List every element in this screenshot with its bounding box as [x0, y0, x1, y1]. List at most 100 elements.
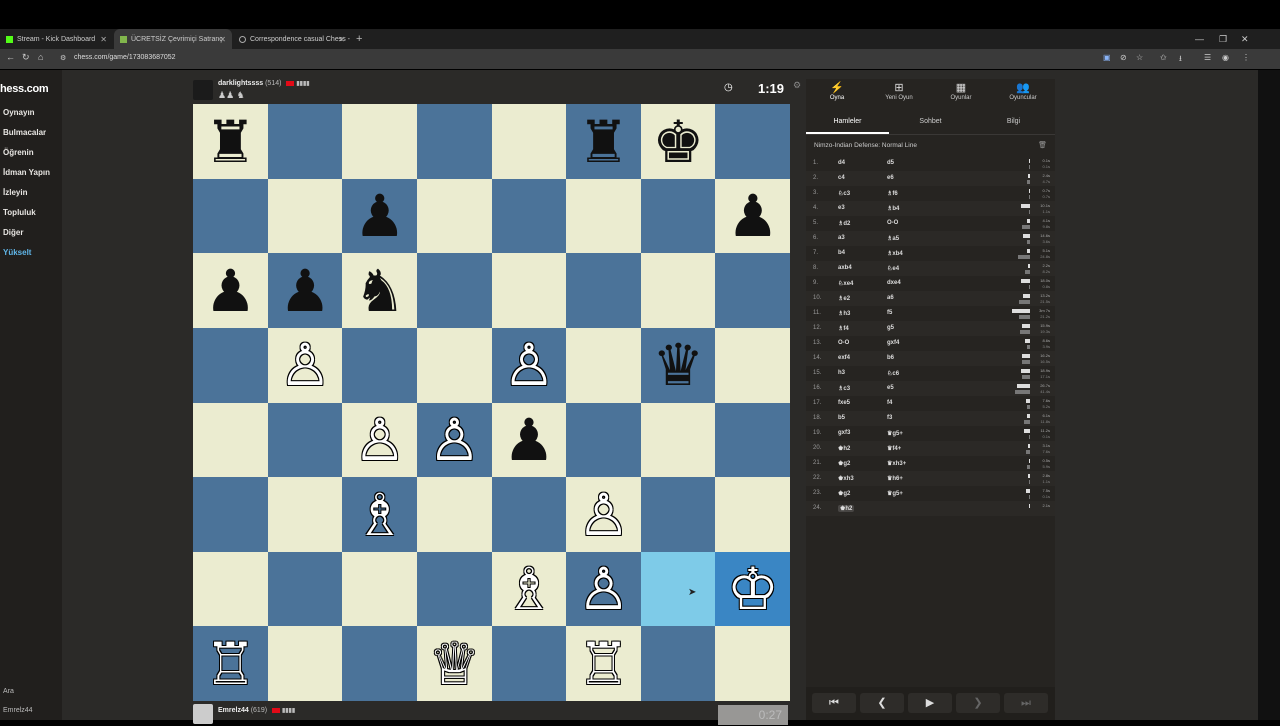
- board-square[interactable]: [416, 327, 492, 403]
- board-square[interactable]: ♟: [193, 253, 268, 329]
- board-square[interactable]: [566, 402, 642, 478]
- board-square[interactable]: [715, 253, 791, 329]
- sidebar-user[interactable]: Emrelz44: [3, 707, 33, 714]
- board-square[interactable]: ♙: [566, 477, 642, 553]
- chess-piece[interactable]: ♔: [727, 560, 779, 618]
- board-square[interactable]: [342, 104, 418, 179]
- chess-piece[interactable]: ♖: [578, 635, 630, 693]
- black-move[interactable]: O-O: [887, 220, 898, 226]
- board-square[interactable]: [491, 477, 567, 553]
- chess-piece[interactable]: ♛: [652, 336, 704, 394]
- black-move[interactable]: ♗b4: [887, 205, 899, 212]
- black-move[interactable]: ♛g5+: [887, 430, 903, 437]
- white-move[interactable]: ♚h2: [838, 505, 855, 512]
- window-close-icon[interactable]: ✕: [1241, 29, 1249, 49]
- board-square[interactable]: ♗: [342, 477, 418, 553]
- black-move[interactable]: f3: [887, 415, 892, 421]
- avatar[interactable]: [193, 704, 213, 724]
- board-square[interactable]: [715, 626, 791, 702]
- sidebar-item-watch[interactable]: İzleyin: [3, 188, 27, 197]
- browser-tab-correspondence[interactable]: Correspondence casual Chess - ✕: [233, 29, 351, 49]
- chess-piece[interactable]: ♙: [354, 411, 406, 469]
- board-square[interactable]: [416, 253, 492, 329]
- black-move[interactable]: d5: [887, 160, 894, 166]
- black-move[interactable]: e6: [887, 175, 894, 181]
- board-square[interactable]: [416, 551, 492, 627]
- board-square[interactable]: [193, 477, 268, 553]
- chess-piece[interactable]: ♞: [354, 262, 406, 320]
- white-move[interactable]: c4: [838, 175, 845, 181]
- chess-piece[interactable]: ♙: [279, 336, 331, 394]
- sidebar-item-puzzles[interactable]: Bulmacalar: [3, 128, 46, 137]
- white-move[interactable]: O-O: [838, 340, 849, 346]
- white-move[interactable]: exf4: [838, 355, 850, 361]
- tab-play[interactable]: ⚡ Oyna: [806, 81, 868, 101]
- close-icon[interactable]: ✕: [338, 35, 345, 44]
- board-square[interactable]: ♟: [715, 178, 791, 254]
- board-square[interactable]: [640, 477, 716, 553]
- bookmark-icon[interactable]: ☆: [1136, 53, 1143, 62]
- minimize-icon[interactable]: —: [1195, 29, 1204, 49]
- board-square[interactable]: [715, 327, 791, 403]
- sidebar-item-more[interactable]: Diğer: [3, 228, 23, 237]
- board-square[interactable]: ♚: [640, 104, 716, 179]
- black-move[interactable]: a6: [887, 295, 894, 301]
- black-move[interactable]: ♛f4+: [887, 445, 901, 452]
- sidebar-item-learn[interactable]: Öğrenin: [3, 148, 34, 157]
- black-move[interactable]: b6: [887, 355, 894, 361]
- black-move[interactable]: ♛g5+: [887, 490, 903, 497]
- chess-piece[interactable]: ♟: [354, 187, 406, 245]
- white-move[interactable]: e3: [838, 205, 845, 211]
- chess-piece[interactable]: ♚: [652, 113, 704, 171]
- board-square[interactable]: [491, 104, 567, 179]
- board-square[interactable]: [342, 626, 418, 702]
- tab-players[interactable]: 👥 Oyuncular: [992, 81, 1054, 101]
- board-square[interactable]: [267, 402, 343, 478]
- board-square[interactable]: ♙: [342, 402, 418, 478]
- board-square[interactable]: ♙: [267, 327, 343, 403]
- browser-tab-kick[interactable]: Stream - Kick Dashboard ✕: [0, 29, 113, 49]
- board-square[interactable]: [566, 327, 642, 403]
- black-move[interactable]: f4: [887, 400, 892, 406]
- board-square[interactable]: ♟: [267, 253, 343, 329]
- last-move-button[interactable]: ⏭: [1004, 693, 1048, 713]
- white-move[interactable]: h3: [838, 370, 845, 376]
- white-move[interactable]: gxf3: [838, 430, 850, 436]
- board-square[interactable]: ♕: [416, 626, 492, 702]
- board-square[interactable]: [342, 551, 418, 627]
- white-move[interactable]: ♗c3: [838, 385, 850, 392]
- translate-icon[interactable]: ▣: [1103, 53, 1111, 62]
- chess-piece[interactable]: ♟: [503, 411, 555, 469]
- board-square[interactable]: [640, 253, 716, 329]
- board-square[interactable]: [267, 104, 343, 179]
- board-square[interactable]: ♙: [566, 551, 642, 627]
- board-square[interactable]: [416, 477, 492, 553]
- logo[interactable]: hess.com: [0, 83, 49, 95]
- board-square[interactable]: [566, 178, 642, 254]
- black-move[interactable]: ♘c6: [887, 370, 899, 377]
- board-square[interactable]: [566, 253, 642, 329]
- board-square[interactable]: [640, 402, 716, 478]
- board-square[interactable]: ♙: [416, 402, 492, 478]
- white-move[interactable]: ♗e2: [838, 295, 850, 302]
- chess-piece[interactable]: ♙: [428, 411, 480, 469]
- tab-moves[interactable]: Hamleler: [806, 118, 889, 125]
- sidebar-item-play[interactable]: Oynayın: [3, 108, 35, 117]
- sidebar-search[interactable]: Ara: [3, 688, 14, 695]
- chess-piece[interactable]: ♙: [503, 336, 555, 394]
- board-square[interactable]: [640, 551, 716, 627]
- board-square[interactable]: [715, 402, 791, 478]
- board-square[interactable]: ♙: [491, 327, 567, 403]
- sidepanel-icon[interactable]: ☰: [1204, 53, 1211, 62]
- tab-chat[interactable]: Sohbet: [889, 118, 972, 125]
- chess-piece[interactable]: ♟: [727, 187, 779, 245]
- board-square[interactable]: ♔: [715, 551, 791, 627]
- chess-piece[interactable]: ♙: [578, 486, 630, 544]
- black-move[interactable]: ♗xb4: [887, 250, 903, 257]
- black-move[interactable]: ♛xh3+: [887, 460, 906, 467]
- close-icon[interactable]: ✕: [100, 35, 107, 44]
- previous-move-button[interactable]: ❮: [860, 693, 904, 713]
- board-square[interactable]: [267, 551, 343, 627]
- download-icon[interactable]: ⭳: [1179, 53, 1182, 67]
- board-square[interactable]: [416, 178, 492, 254]
